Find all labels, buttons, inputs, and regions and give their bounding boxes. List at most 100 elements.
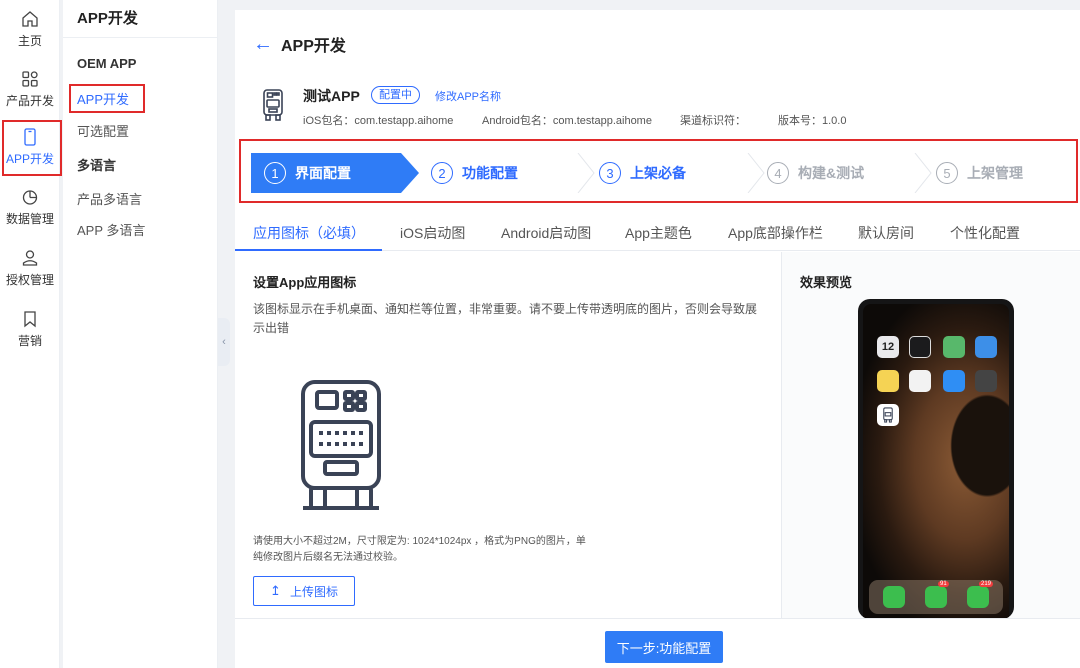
step-label: 上架管理 <box>967 165 1023 181</box>
step-ui-config[interactable]: 1 界面配置 <box>264 153 351 193</box>
app-logo-icon <box>263 89 283 121</box>
wechat-icon <box>967 586 989 608</box>
section-description: 该图标显示在手机桌面、通知栏等位置，非常重要。请不要上传带透明底的图片，否则会导… <box>253 302 758 335</box>
step-number: 2 <box>431 162 453 184</box>
submenu-item-product-lang[interactable]: 产品多语言 <box>77 189 142 208</box>
utilities-folder-icon <box>975 370 997 392</box>
clock-icon <box>909 336 931 358</box>
rename-app-link[interactable]: 修改APP名称 <box>435 88 501 104</box>
step-label: 构建&测试 <box>798 165 865 181</box>
rail-item-product-dev[interactable]: 产品开发 <box>0 60 60 118</box>
chevron-left-icon: ‹ <box>222 336 226 348</box>
step-separator-chevron <box>914 153 932 193</box>
submenu-item-app-lang[interactable]: APP 多语言 <box>77 220 145 239</box>
app-icon-preview <box>301 380 381 510</box>
app-info: 测试APP 配置中 修改APP名称 iOS包名：com.testapp.aiho… <box>261 82 1061 132</box>
android-package: Android包名：com.testapp.aihome <box>482 115 652 127</box>
step-number: 4 <box>767 162 789 184</box>
preview-panel: 效果预览 12 91 219 <box>782 252 1080 619</box>
step-separator-chevron <box>577 153 595 193</box>
notification-badge: 219 <box>979 581 994 587</box>
pie-chart-icon <box>22 190 38 205</box>
tab-bottom-bar[interactable]: App底部操作栏 <box>728 223 823 243</box>
upload-hint-line: 请使用大小不超过2M，尺寸限定为: 1024*1024px ，格式为PNG的图片… <box>253 536 586 547</box>
submenu-item-optional-config[interactable]: 可选配置 <box>77 121 129 140</box>
active-tab-underline <box>235 249 382 251</box>
upload-hint: 请使用大小不超过2M，尺寸限定为: 1024*1024px ，格式为PNG的图片… <box>253 534 613 566</box>
page-title: APP开发 <box>281 38 346 55</box>
notes-icon <box>877 370 899 392</box>
maps-icon <box>943 336 965 358</box>
calendar-date: 12 <box>881 341 895 353</box>
version-number: 版本号：1.0.0 <box>778 115 847 127</box>
submenu-group-lang: 多语言 <box>77 158 117 173</box>
step-build-test[interactable]: 4 构建&测试 <box>767 153 864 193</box>
step-label: 界面配置 <box>295 165 351 181</box>
upload-icon: ↥ <box>270 583 281 598</box>
step-listing-mgmt[interactable]: 5 上架管理 <box>936 153 1023 193</box>
footer-bar: 下一步:功能配置 <box>235 618 1080 668</box>
notification-badge: 91 <box>938 581 949 587</box>
step-number: 1 <box>264 162 286 184</box>
step-label: 上架必备 <box>630 165 686 181</box>
preview-title: 效果预览 <box>800 275 853 290</box>
messages-icon <box>925 586 947 608</box>
rail-item-label: 数据管理 <box>5 212 54 226</box>
reminders-icon <box>909 370 931 392</box>
submenu-group-oem: OEM APP <box>77 56 137 71</box>
phone-mockup: 12 91 219 <box>858 299 1014 619</box>
section-title: 设置App应用图标 <box>253 275 357 290</box>
rail-item-marketing[interactable]: 营销 <box>0 300 60 358</box>
tab-default-room[interactable]: 默认房间 <box>858 223 914 243</box>
weather-icon <box>975 336 997 358</box>
submenu: APP开发 OEM APP APP开发 可选配置 多语言 产品多语言 APP 多… <box>63 0 218 668</box>
upload-hint-line: 纯修改图片后缀名无法通过校验。 <box>253 552 403 563</box>
step-label: 功能配置 <box>462 165 518 181</box>
tab-android-launch[interactable]: Android启动图 <box>501 223 591 243</box>
next-step-button[interactable]: 下一步:功能配置 <box>605 631 723 663</box>
bookmark-icon <box>24 311 36 328</box>
rail-item-label: 主页 <box>17 34 42 48</box>
ios-package: iOS包名：com.testapp.aihome <box>303 115 454 127</box>
icon-rail: 主页 产品开发 APP开发 数据管理 授权管理 营销 <box>0 0 62 668</box>
rail-item-label: 营销 <box>17 334 42 348</box>
submenu-title: APP开发 <box>63 0 217 38</box>
tab-theme-color[interactable]: App主题色 <box>625 223 692 243</box>
rail-item-label: 授权管理 <box>5 273 54 287</box>
app-icon-section: 设置App应用图标 该图标显示在手机桌面、通知栏等位置，非常重要。请不要上传带透… <box>235 252 781 618</box>
calendar-icon: 12 <box>877 336 899 358</box>
upload-icon-button[interactable]: ↥ 上传图标 <box>253 576 355 606</box>
rail-item-app-dev[interactable]: APP开发 <box>0 118 62 176</box>
upload-button-label: 上传图标 <box>289 584 338 599</box>
channel-id: 渠道标识符： <box>680 115 746 127</box>
rail-item-data-mgmt[interactable]: 数据管理 <box>0 178 60 236</box>
phone-dock: 91 219 <box>869 580 1003 614</box>
step-number: 3 <box>599 162 621 184</box>
custom-app-icon <box>877 404 899 426</box>
rail-item-label: 产品开发 <box>5 94 54 108</box>
user-icon <box>22 250 38 266</box>
tab-personalization[interactable]: 个性化配置 <box>950 223 1020 243</box>
status-badge: 配置中 <box>371 86 420 104</box>
step-function-config[interactable]: 2 功能配置 <box>431 153 518 193</box>
rail-item-auth-mgmt[interactable]: 授权管理 <box>0 239 60 297</box>
step-listing-essentials[interactable]: 3 上架必备 <box>599 153 686 193</box>
phone-call-icon <box>883 586 905 608</box>
submenu-item-app-dev[interactable]: APP开发 <box>68 84 146 113</box>
rail-item-home[interactable]: 主页 <box>0 0 60 58</box>
home-icon <box>22 11 38 27</box>
app-name: 测试APP <box>303 88 360 104</box>
collapse-sidebar-handle[interactable]: ‹ <box>218 318 230 366</box>
back-arrow-icon[interactable]: ← <box>253 34 273 54</box>
step-number: 5 <box>936 162 958 184</box>
grid-icon <box>22 71 38 87</box>
app-store-icon <box>943 370 965 392</box>
step-separator-chevron <box>747 153 765 193</box>
step-bar: 1 界面配置 2 功能配置 3 上架必备 4 构建&测试 5 上架管理 <box>239 139 1078 203</box>
config-tabs: 应用图标（必填） iOS启动图 Android启动图 App主题色 App底部操… <box>235 215 1080 251</box>
rail-item-label: APP开发 <box>5 152 54 166</box>
tab-ios-launch[interactable]: iOS启动图 <box>400 223 465 243</box>
phone-screen: 12 91 219 <box>863 304 1009 619</box>
main-panel: ← APP开发 测试APP 配置中 修改APP名称 iOS包名：com.test… <box>235 10 1080 668</box>
tab-app-icon[interactable]: 应用图标（必填） <box>253 223 365 243</box>
